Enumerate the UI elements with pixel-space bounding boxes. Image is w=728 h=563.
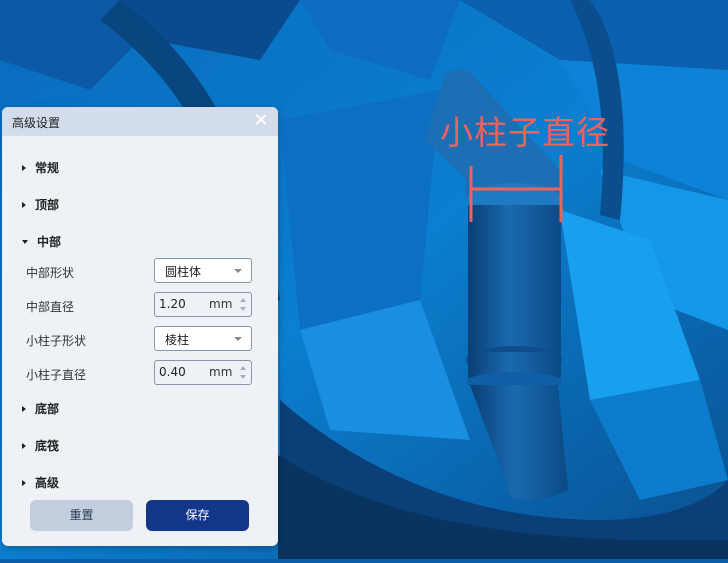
middle-shape-value: 圆柱体 [165, 265, 202, 279]
pillar-diameter-value: 0.40 [159, 365, 186, 379]
middle-shape-label: 中部形状 [26, 266, 75, 280]
pillar-diameter-unit: mm [209, 365, 233, 379]
save-button[interactable]: 保存 [146, 500, 249, 531]
section-base-label: 底筏 [35, 439, 60, 453]
middle-diameter-stepper[interactable]: 1.20 mm [154, 292, 252, 317]
middle-diameter-label: 中部直径 [26, 300, 75, 314]
chevron-down-icon [234, 337, 242, 341]
diameter-annotation-label: 小柱子直径 [440, 113, 610, 152]
section-general[interactable]: 常规 [22, 159, 59, 176]
advanced-settings-panel: 高级设置 ✕ 常规 顶部 中部 中部形状 圆柱体 中部直径 1.20 mm 小柱… [2, 107, 278, 546]
increment-arrow-icon[interactable] [240, 298, 246, 302]
caret-right-icon [22, 479, 26, 486]
section-middle[interactable]: 中部 [22, 233, 61, 250]
section-advanced-label: 高级 [35, 476, 60, 490]
pillar-diameter-stepper[interactable]: 0.40 mm [154, 360, 252, 385]
reset-button[interactable]: 重置 [30, 500, 133, 531]
panel-header: 高级设置 ✕ [2, 107, 278, 136]
middle-diameter-unit: mm [209, 297, 233, 311]
section-base[interactable]: 底筏 [22, 437, 59, 454]
section-middle-label: 中部 [37, 235, 62, 249]
decrement-arrow-icon[interactable] [240, 307, 246, 311]
middle-diameter-value: 1.20 [159, 297, 186, 311]
section-top-label: 顶部 [35, 198, 60, 212]
caret-right-icon [22, 442, 26, 449]
chevron-down-icon [234, 269, 242, 273]
panel-title: 高级设置 [12, 116, 61, 130]
close-icon[interactable]: ✕ [252, 111, 270, 131]
section-advanced[interactable]: 高级 [22, 474, 59, 491]
pillar-shape-value: 棱柱 [165, 333, 190, 347]
middle-shape-select[interactable]: 圆柱体 [154, 258, 252, 283]
caret-right-icon [22, 405, 26, 412]
caret-right-icon [22, 201, 26, 208]
section-bottom-label: 底部 [35, 402, 60, 416]
caret-right-icon [22, 164, 26, 171]
increment-arrow-icon[interactable] [240, 366, 246, 370]
section-bottom[interactable]: 底部 [22, 400, 59, 417]
caret-down-icon [22, 239, 28, 244]
decrement-arrow-icon[interactable] [240, 375, 246, 379]
pillar-shape-select[interactable]: 棱柱 [154, 326, 252, 351]
section-top[interactable]: 顶部 [22, 196, 59, 213]
section-general-label: 常规 [35, 161, 60, 175]
pillar-diameter-label: 小柱子直径 [26, 368, 87, 382]
pillar-shape-label: 小柱子形状 [26, 334, 87, 348]
